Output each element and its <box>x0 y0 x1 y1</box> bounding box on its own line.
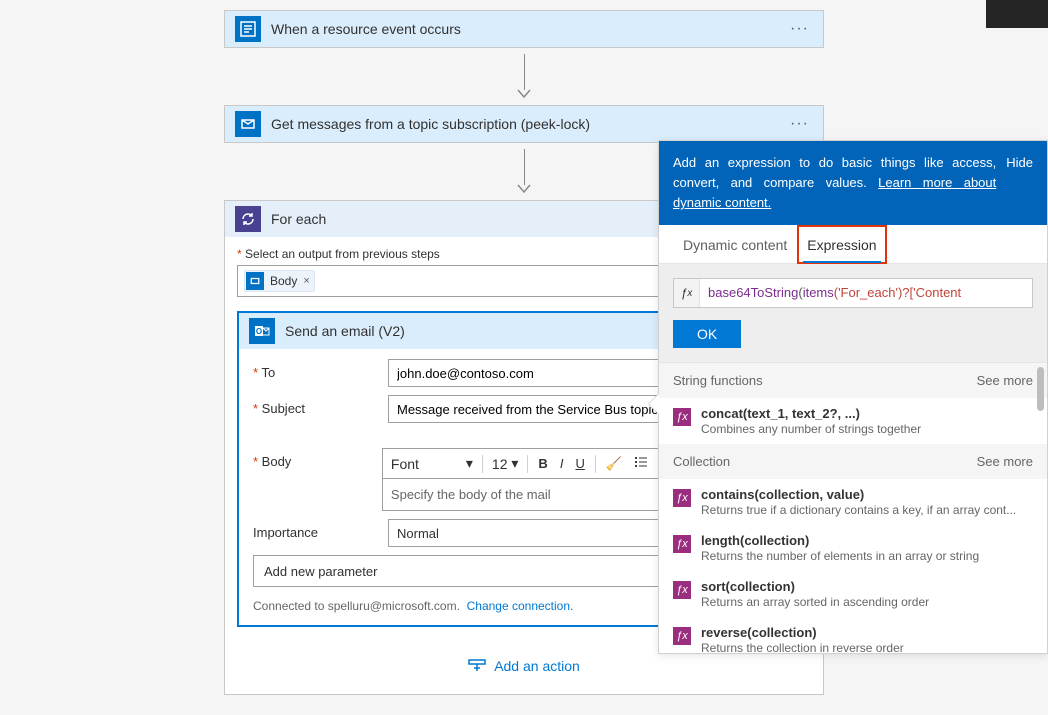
token-icon <box>246 272 264 290</box>
token-label: Body <box>270 274 297 288</box>
func-concat[interactable]: ƒx concat(text_1, text_2?, ...) Combines… <box>659 398 1047 444</box>
loop-icon <box>235 206 261 232</box>
func-reverse[interactable]: ƒx reverse(collection) Returns the colle… <box>659 617 1047 653</box>
chevron-down-icon: ▾ <box>466 455 473 472</box>
rte-clear-format[interactable]: 🧹 <box>601 454 627 474</box>
trigger-step[interactable]: When a resource event occurs ··· <box>224 10 824 48</box>
eventgrid-icon <box>235 16 261 42</box>
subject-label: * Subject <box>253 395 388 416</box>
servicebus-menu[interactable]: ··· <box>786 115 813 133</box>
section-collection: Collection See more <box>659 444 1047 479</box>
see-more-string[interactable]: See more <box>977 373 1033 388</box>
change-connection-link[interactable]: Change connection. <box>467 599 574 613</box>
panel-tabs: Dynamic content Expression <box>659 225 1047 264</box>
panel-header: Add an expression to do basic things lik… <box>659 141 1047 225</box>
trigger-header[interactable]: When a resource event occurs ··· <box>225 11 823 47</box>
func-contains[interactable]: ƒx contains(collection, value) Returns t… <box>659 479 1047 525</box>
add-parameter-label: Add new parameter <box>264 564 377 579</box>
trigger-title: When a resource event occurs <box>271 21 786 37</box>
func-length[interactable]: ƒx length(collection) Returns the number… <box>659 525 1047 571</box>
to-label: * To <box>253 359 388 380</box>
expression-editor-area: ƒx base64ToString(items('For_each')?['Co… <box>659 263 1047 363</box>
see-more-collection[interactable]: See more <box>977 454 1033 469</box>
ok-button[interactable]: OK <box>673 320 741 348</box>
add-action-button[interactable]: Add an action <box>468 657 580 675</box>
scrollbar-thumb[interactable] <box>1037 367 1044 411</box>
add-step-icon <box>468 657 486 675</box>
top-right-dark-strip <box>986 0 1048 28</box>
fx-chip-icon: ƒx <box>673 535 691 553</box>
hide-panel-button[interactable]: Hide <box>1006 153 1033 213</box>
servicebus-title: Get messages from a topic subscription (… <box>271 116 786 132</box>
rte-bold[interactable]: B <box>533 454 552 473</box>
rte-font-select[interactable]: Font▾ <box>387 455 477 472</box>
expression-input[interactable]: base64ToString(items('For_each')?['Conte… <box>700 279 1032 307</box>
svg-text:O: O <box>256 327 262 336</box>
servicebus-step[interactable]: Get messages from a topic subscription (… <box>224 105 824 143</box>
rte-bullet-list[interactable] <box>629 453 653 474</box>
rte-italic[interactable]: I <box>555 454 569 473</box>
expression-panel: Add an expression to do basic things lik… <box>658 140 1048 654</box>
fx-chip-icon: ƒx <box>673 489 691 507</box>
importance-value: Normal <box>397 526 439 541</box>
rte-underline[interactable]: U <box>570 454 589 473</box>
tab-expression[interactable]: Expression <box>797 225 886 264</box>
outlook-icon: O <box>249 318 275 344</box>
fx-chip-icon: ƒx <box>673 627 691 645</box>
rte-size-select[interactable]: 12 ▾ <box>488 455 523 472</box>
callout-arrow <box>649 394 659 414</box>
body-label: * Body <box>253 448 382 469</box>
fx-chip-icon: ƒx <box>673 581 691 599</box>
body-token[interactable]: Body × <box>244 270 315 292</box>
chevron-down-icon: ▾ <box>511 455 518 472</box>
servicebus-header[interactable]: Get messages from a topic subscription (… <box>225 106 823 142</box>
fx-icon: ƒx <box>674 279 700 307</box>
function-list[interactable]: String functions See more ƒx concat(text… <box>659 363 1047 653</box>
importance-label: Importance <box>253 519 388 540</box>
trigger-menu[interactable]: ··· <box>786 20 813 38</box>
tab-dynamic-content[interactable]: Dynamic content <box>673 225 797 263</box>
fx-chip-icon: ƒx <box>673 408 691 426</box>
func-sort[interactable]: ƒx sort(collection) Returns an array sor… <box>659 571 1047 617</box>
expression-input-row[interactable]: ƒx base64ToString(items('For_each')?['Co… <box>673 278 1033 308</box>
servicebus-icon <box>235 111 261 137</box>
token-remove[interactable]: × <box>303 275 309 287</box>
section-string-functions: String functions See more <box>659 363 1047 398</box>
add-action-row: Add an action <box>237 657 811 678</box>
connector-arrow <box>0 54 1048 99</box>
